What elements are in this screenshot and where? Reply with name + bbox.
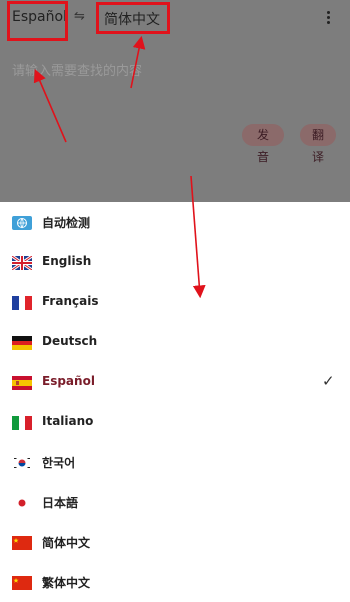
language-item-spanish[interactable]: Español ✓ bbox=[0, 362, 350, 402]
language-label: English bbox=[42, 254, 92, 268]
language-label: 한국어 bbox=[42, 456, 76, 470]
translate-button[interactable]: 翻译 bbox=[300, 124, 336, 164]
japan-flag-icon bbox=[12, 496, 32, 510]
language-item-french[interactable]: Français bbox=[0, 282, 350, 322]
spain-flag-icon bbox=[12, 376, 32, 390]
language-item-simplified-chinese[interactable]: 简体中文 bbox=[0, 522, 350, 562]
language-label: 日本語 bbox=[42, 496, 79, 510]
language-item-english[interactable]: English bbox=[0, 242, 350, 282]
annotation-box-source bbox=[7, 1, 68, 41]
language-item-korean[interactable]: 한국어 bbox=[0, 442, 350, 482]
language-item-italian[interactable]: Italiano bbox=[0, 402, 350, 442]
language-item-german[interactable]: Deutsch bbox=[0, 322, 350, 362]
china-flag-icon bbox=[12, 576, 32, 590]
search-input[interactable]: 请输入需要查找的内容 bbox=[12, 60, 142, 79]
language-label: 繁体中文 bbox=[42, 576, 91, 590]
france-flag-icon bbox=[12, 296, 32, 310]
language-label: 自动检测 bbox=[42, 216, 91, 230]
language-label: Deutsch bbox=[42, 334, 98, 348]
language-list: 自动检测 English Français Deutsch Español ✓ … bbox=[0, 202, 350, 600]
language-item-traditional-chinese[interactable]: 繁体中文 bbox=[0, 562, 350, 602]
language-label: Español bbox=[42, 374, 95, 388]
language-item-auto[interactable]: 自动检测 bbox=[0, 202, 350, 242]
more-options-icon[interactable] bbox=[322, 6, 334, 28]
language-label: Italiano bbox=[42, 414, 94, 428]
language-label: 简体中文 bbox=[42, 536, 91, 550]
korea-flag-icon bbox=[12, 456, 32, 470]
swap-languages-icon[interactable]: ⇋ bbox=[74, 9, 85, 24]
selected-check-icon: ✓ bbox=[322, 372, 335, 390]
annotation-box-target bbox=[96, 2, 170, 34]
language-item-japanese[interactable]: 日本語 bbox=[0, 482, 350, 522]
speak-button[interactable]: 发音 bbox=[242, 124, 284, 164]
china-flag-icon bbox=[12, 536, 32, 550]
language-label: Français bbox=[42, 294, 99, 308]
italy-flag-icon bbox=[12, 416, 32, 430]
germany-flag-icon bbox=[12, 336, 32, 350]
globe-icon bbox=[12, 216, 32, 230]
uk-flag-icon bbox=[12, 256, 32, 270]
